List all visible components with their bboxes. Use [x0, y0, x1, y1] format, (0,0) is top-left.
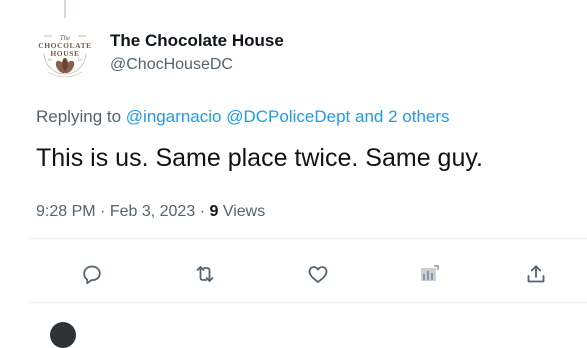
author-display-name[interactable]: The Chocolate House: [110, 31, 284, 51]
replying-to-line: Replying to @ingarnacio @DCPoliceDept an…: [36, 107, 450, 127]
next-tweet-avatar[interactable]: [50, 322, 76, 348]
avatar[interactable]: The CHOCOLATE HOUSE DC DC: [32, 20, 98, 86]
mention-dcpolicedept[interactable]: @DCPoliceDept: [226, 107, 350, 126]
svg-text:DC: DC: [48, 58, 53, 62]
views-count: 9: [209, 203, 219, 220]
retweet-icon: [196, 266, 214, 282]
replying-to-prefix: Replying to: [36, 107, 122, 126]
thread-connector-line: [64, 0, 66, 18]
divider: [30, 238, 587, 239]
reply-icon: [83, 265, 101, 285]
reply-button[interactable]: [76, 258, 108, 290]
share-icon: [527, 265, 545, 283]
tweet-date[interactable]: Feb 3, 2023: [110, 203, 195, 220]
and-others-link[interactable]: and 2 others: [355, 107, 450, 126]
like-button[interactable]: [302, 258, 334, 290]
meta-separator: ·: [100, 203, 106, 220]
tweet-text: This is us. Same place twice. Same guy.: [36, 144, 483, 172]
analytics-button[interactable]: [413, 258, 445, 290]
analytics-icon: [421, 265, 439, 281]
cocoa-pod-logo-icon: DC DC: [43, 35, 87, 78]
views-label: Views: [222, 203, 266, 220]
like-icon: [308, 266, 328, 283]
share-button[interactable]: [520, 258, 552, 290]
action-bar: [0, 258, 587, 290]
meta-separator: ·: [199, 203, 206, 220]
mention-ingarnacio[interactable]: @ingarnacio: [126, 107, 222, 126]
retweet-button[interactable]: [189, 258, 221, 290]
tweet-meta: 9:28 PM · Feb 3, 2023 · 9 Views: [36, 203, 265, 221]
tweet-time[interactable]: 9:28 PM: [36, 203, 96, 220]
author-handle[interactable]: @ChocHouseDC: [110, 56, 233, 74]
divider: [30, 302, 587, 303]
svg-text:DC: DC: [78, 58, 83, 62]
